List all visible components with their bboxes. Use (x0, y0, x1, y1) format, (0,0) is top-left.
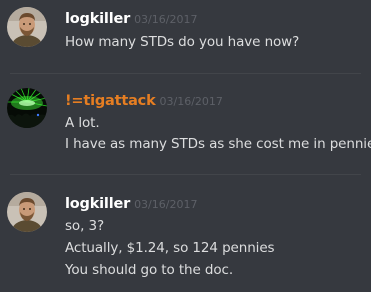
message-text: so, 3? (65, 218, 105, 234)
timestamp: 03/16/2017 (159, 95, 223, 108)
username[interactable]: logkiller (65, 196, 130, 212)
green-laser-crowd-avatar-icon (7, 88, 47, 128)
username[interactable]: !=tigattack (65, 93, 156, 109)
message-text: A lot. (65, 115, 100, 131)
message-divider (10, 174, 361, 175)
username[interactable]: logkiller (65, 11, 130, 27)
message-text: I have as many STDs as she cost me in pe… (65, 136, 371, 152)
user-avatar[interactable] (7, 192, 47, 232)
timestamp: 03/16/2017 (134, 198, 198, 211)
user-avatar[interactable] (7, 7, 47, 47)
message-header: logkiller 03/16/2017 (65, 193, 197, 212)
message-text: Actually, $1.24, so 124 pennies (65, 240, 275, 256)
bearded-man-avatar-icon (7, 7, 47, 47)
timestamp: 03/16/2017 (134, 13, 198, 26)
message-group: !=tigattack 03/16/2017 A lot. I have as m… (0, 80, 371, 180)
message-text: You should go to the doc. (65, 262, 234, 278)
message-divider (10, 73, 361, 74)
message-group: logkiller 03/16/2017 so, 3? Actually, $1.… (0, 182, 371, 292)
message-text: How many STDs do you have now? (65, 34, 300, 50)
message-header: logkiller 03/16/2017 (65, 8, 197, 27)
message-header: !=tigattack 03/16/2017 (65, 90, 223, 109)
user-avatar[interactable] (7, 88, 47, 128)
bearded-man-avatar-icon (7, 192, 47, 232)
message-group: logkiller 03/16/2017 How many STDs do you… (0, 0, 371, 68)
